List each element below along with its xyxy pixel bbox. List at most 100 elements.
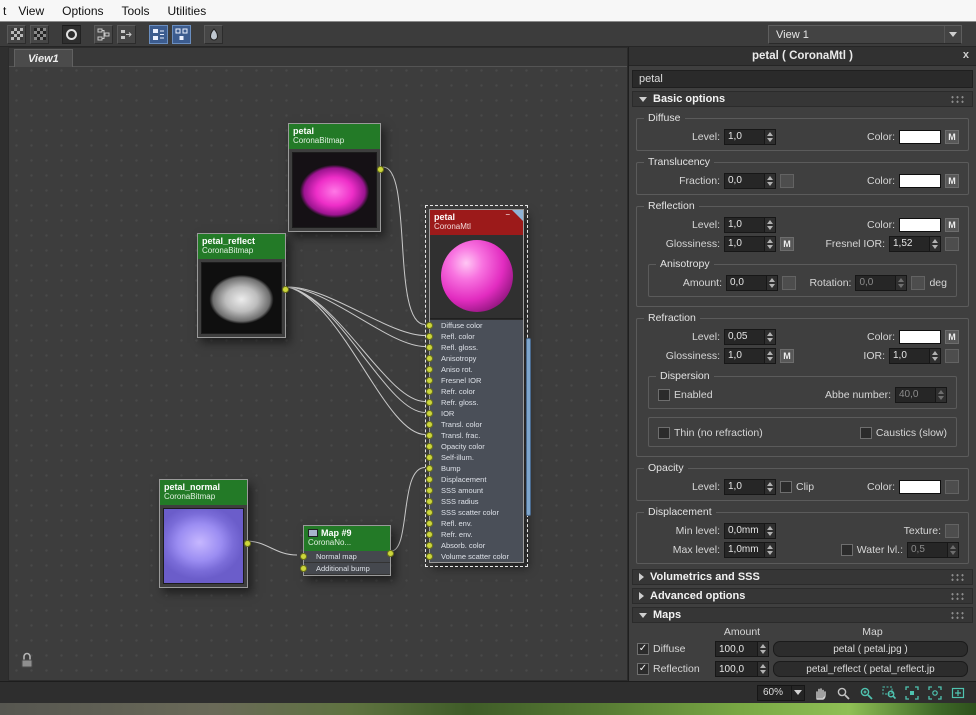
menu-item-tools[interactable]: Tools: [113, 2, 159, 20]
zoom-extents-selected-icon[interactable]: [927, 685, 943, 701]
translucency-color-swatch[interactable]: [899, 174, 941, 188]
node-view-canvas[interactable]: View1 petal CoronaBitmap petal_reflect: [8, 47, 628, 681]
layout-all-button[interactable]: [149, 25, 168, 44]
input-port[interactable]: [426, 344, 433, 351]
input-port[interactable]: [426, 531, 433, 538]
refraction-gloss-map-button[interactable]: M: [780, 349, 794, 363]
max-level-spinner[interactable]: 1,0mm: [724, 542, 776, 558]
fresnel-map-slot[interactable]: [945, 237, 959, 251]
water-level-checkbox[interactable]: [841, 544, 853, 556]
wire-refl-color[interactable]: [288, 287, 425, 336]
opacity-color-swatch[interactable]: [899, 480, 941, 494]
input-port[interactable]: [426, 498, 433, 505]
rollout-volumetrics[interactable]: Volumetrics and SSS: [632, 569, 973, 585]
wire-normal-map[interactable]: [246, 541, 297, 555]
input-port[interactable]: [426, 399, 433, 406]
caustics-checkbox[interactable]: [860, 427, 872, 439]
refraction-map-button[interactable]: M: [945, 330, 959, 344]
fresnel-spinner[interactable]: 1,52: [889, 236, 941, 252]
layout-children-button[interactable]: [172, 25, 191, 44]
input-port[interactable]: [426, 322, 433, 329]
glossiness-spinner[interactable]: 1,0: [724, 236, 776, 252]
node-resize-handle[interactable]: [526, 338, 531, 516]
pan-zoom-mode-icon[interactable]: [950, 685, 966, 701]
menu-item-options[interactable]: Options: [53, 2, 112, 20]
translucency-map-button[interactable]: M: [945, 174, 959, 188]
reflection-amount-spinner[interactable]: 100,0: [715, 661, 769, 677]
wire-refl-gloss[interactable]: [288, 287, 425, 347]
menu-item-utilities[interactable]: Utilities: [159, 2, 216, 20]
diffuse-map-slot-button[interactable]: petal ( petal.jpg ): [773, 641, 968, 657]
zoom-combo-arrow[interactable]: [791, 686, 804, 700]
min-level-spinner[interactable]: 0,0mm: [724, 523, 776, 539]
glossiness-map-button[interactable]: M: [780, 237, 794, 251]
refraction-level-spinner[interactable]: 0,05: [724, 329, 776, 345]
input-port[interactable]: [426, 355, 433, 362]
delete-selected-button[interactable]: [7, 25, 26, 44]
wire-bump[interactable]: [391, 468, 425, 552]
zoom-level-combo[interactable]: 60%: [757, 685, 805, 701]
input-port[interactable]: [426, 333, 433, 340]
displacement-texture-slot[interactable]: [945, 524, 959, 538]
material-name-input[interactable]: petal: [632, 70, 973, 88]
combo-arrow-button[interactable]: [944, 26, 961, 43]
wire-ior[interactable]: [288, 287, 425, 413]
input-port[interactable]: [426, 553, 433, 560]
output-port[interactable]: [387, 550, 394, 557]
opacity-level-spinner[interactable]: 1,0: [724, 479, 776, 495]
output-port[interactable]: [282, 286, 289, 293]
zoom-tool-icon[interactable]: [835, 685, 851, 701]
wire-refr-gloss[interactable]: [288, 287, 425, 402]
output-port[interactable]: [244, 540, 251, 547]
node-petal-reflect-bitmap[interactable]: petal_reflect CoronaBitmap: [197, 233, 286, 338]
input-port[interactable]: [426, 542, 433, 549]
input-port[interactable]: [426, 454, 433, 461]
menu-item-clipped[interactable]: t: [2, 2, 9, 20]
input-port[interactable]: [426, 377, 433, 384]
input-port[interactable]: [426, 443, 433, 450]
drag-grip-icon[interactable]: [950, 573, 966, 582]
rollout-advanced-options[interactable]: Advanced options: [632, 588, 973, 604]
diffuse-amount-spinner[interactable]: 100,0: [715, 641, 769, 657]
pick-material-button[interactable]: [204, 25, 223, 44]
pan-hand-icon[interactable]: [812, 685, 828, 701]
thin-checkbox[interactable]: [658, 427, 670, 439]
show-children-button[interactable]: [94, 25, 113, 44]
fraction-map-slot[interactable]: [780, 174, 794, 188]
rotation-map-slot[interactable]: [911, 276, 925, 290]
rollout-maps[interactable]: Maps: [632, 607, 973, 623]
anisotropy-map-slot[interactable]: [782, 276, 796, 290]
close-icon[interactable]: x: [963, 49, 969, 61]
input-port[interactable]: [426, 388, 433, 395]
water-level-spinner[interactable]: 0,5: [907, 542, 959, 558]
ior-map-slot[interactable]: [945, 349, 959, 363]
drag-grip-icon[interactable]: [950, 592, 966, 601]
input-port[interactable]: [300, 553, 307, 560]
clip-checkbox[interactable]: [780, 481, 792, 493]
input-port[interactable]: [426, 520, 433, 527]
input-port[interactable]: [426, 487, 433, 494]
node-petal-normal-bitmap[interactable]: petal_normal CoronaBitmap: [159, 479, 248, 588]
opacity-map-slot[interactable]: [945, 480, 959, 494]
show-shaded-material-button[interactable]: [62, 25, 81, 44]
rotation-spinner[interactable]: 0,0: [855, 275, 907, 291]
reflection-level-spinner[interactable]: 1,0: [724, 217, 776, 233]
zoom-plus-icon[interactable]: [858, 685, 874, 701]
output-port[interactable]: [377, 166, 384, 173]
hide-unused-slots-button[interactable]: [30, 25, 49, 44]
drag-grip-icon[interactable]: [950, 611, 966, 620]
input-port[interactable]: [426, 421, 433, 428]
view-selector-combo[interactable]: View 1: [768, 25, 962, 44]
input-port[interactable]: [426, 432, 433, 439]
input-port[interactable]: [426, 465, 433, 472]
input-port[interactable]: [426, 476, 433, 483]
refraction-color-swatch[interactable]: [899, 330, 941, 344]
lock-icon[interactable]: [19, 651, 35, 669]
anisotropy-amount-spinner[interactable]: 0,0: [726, 275, 778, 291]
menu-item-view[interactable]: View: [9, 2, 53, 20]
zoom-extents-icon[interactable]: [904, 685, 920, 701]
node-petal-bitmap[interactable]: petal CoronaBitmap: [288, 123, 381, 232]
fraction-spinner[interactable]: 0,0: [724, 173, 776, 189]
zoom-region-icon[interactable]: [881, 685, 897, 701]
dispersion-enabled-checkbox[interactable]: [658, 389, 670, 401]
